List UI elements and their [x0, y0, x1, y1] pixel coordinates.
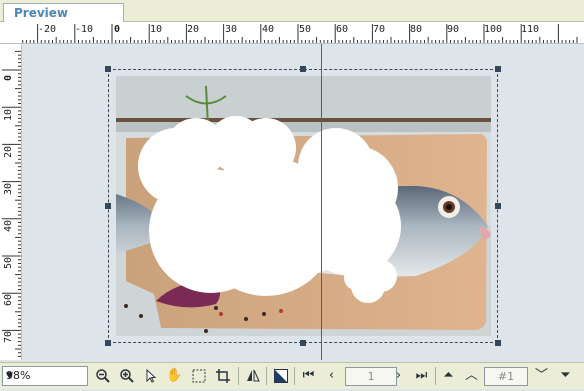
ruler-label: 0	[3, 74, 14, 81]
ruler-label: -10	[75, 24, 94, 35]
resize-handle-bottom-left[interactable]	[105, 340, 111, 346]
ruler-label: 40	[262, 24, 275, 35]
vertical-ruler[interactable]: 0 10 20 30 40 50 60 70	[0, 44, 22, 360]
selection-frame[interactable]	[108, 69, 498, 343]
next-page-icon[interactable]: ›	[388, 366, 409, 386]
horizontal-ruler[interactable]: -20 -10 0 10 20 30 40 50 60 70 80 90 100…	[0, 22, 584, 44]
next-frame-icon[interactable]: ﹀	[531, 366, 552, 386]
resize-handle-bottom-right[interactable]	[495, 340, 501, 346]
toolbar-separator	[294, 367, 295, 385]
tab-preview[interactable]: Preview	[3, 3, 124, 23]
selection-rect-icon[interactable]	[188, 366, 209, 386]
zoom-out-icon[interactable]	[92, 366, 113, 386]
zoom-in-icon[interactable]	[116, 366, 137, 386]
ruler-label: 20	[3, 145, 14, 158]
vertical-guide-line[interactable]	[321, 44, 322, 360]
last-page-icon[interactable]: ⏭	[411, 366, 432, 386]
ruler-label: 70	[373, 24, 386, 35]
ruler-label: 50	[299, 24, 312, 35]
chevron-down-icon: ▼	[6, 371, 13, 381]
ruler-label: 10	[150, 24, 163, 35]
tab-bar: Preview	[0, 0, 584, 23]
toolbar-separator	[266, 367, 267, 385]
tab-preview-label: Preview	[14, 6, 69, 20]
crop-icon[interactable]	[212, 366, 233, 386]
pointer-icon[interactable]	[140, 366, 161, 386]
ruler-label: 40	[3, 219, 14, 232]
ruler-label: 50	[3, 256, 14, 269]
ruler-label: 30	[225, 24, 238, 35]
resize-handle-left[interactable]	[105, 203, 111, 209]
first-frame-icon[interactable]: ⏶	[438, 366, 459, 386]
vertical-ruler-ticks	[2, 50, 21, 357]
ruler-label: 110	[521, 24, 540, 35]
ruler-label: 60	[336, 24, 349, 35]
resize-handle-bottom[interactable]	[300, 340, 306, 346]
fill-icon[interactable]	[270, 366, 291, 386]
last-frame-icon[interactable]: ⏷	[555, 366, 576, 386]
resize-handle-right[interactable]	[495, 203, 501, 209]
ruler-label: 70	[3, 330, 14, 343]
first-page-icon[interactable]: ⏮	[298, 366, 319, 386]
ruler-label: 100	[484, 24, 503, 35]
ruler-label: 60	[3, 293, 14, 306]
hand-icon[interactable]: ✋	[164, 366, 185, 386]
frame-number-field[interactable]: #1	[484, 367, 528, 386]
ruler-label: 20	[187, 24, 200, 35]
resize-handle-top-right[interactable]	[495, 66, 501, 72]
flip-icon[interactable]	[242, 366, 263, 386]
ruler-label: 0	[114, 24, 121, 35]
ruler-label: 80	[410, 24, 423, 35]
ruler-label: -20	[38, 24, 57, 35]
zoom-select[interactable]: 98% ▼	[2, 366, 88, 386]
prev-page-icon[interactable]: ‹	[321, 366, 342, 386]
ruler-label: 90	[447, 24, 460, 35]
bottom-toolbar: 98% ▼ ✋ ⏮ ‹ 1 › ⏭ ⏶ ︿ #1 ﹀ ⏷	[0, 362, 584, 389]
toolbar-separator	[435, 367, 436, 385]
ruler-label: 30	[3, 182, 14, 195]
resize-handle-top[interactable]	[300, 66, 306, 72]
ruler-label: 10	[3, 108, 14, 121]
toolbar-separator	[238, 367, 239, 385]
resize-handle-top-left[interactable]	[105, 66, 111, 72]
prev-frame-icon[interactable]: ︿	[461, 366, 482, 386]
